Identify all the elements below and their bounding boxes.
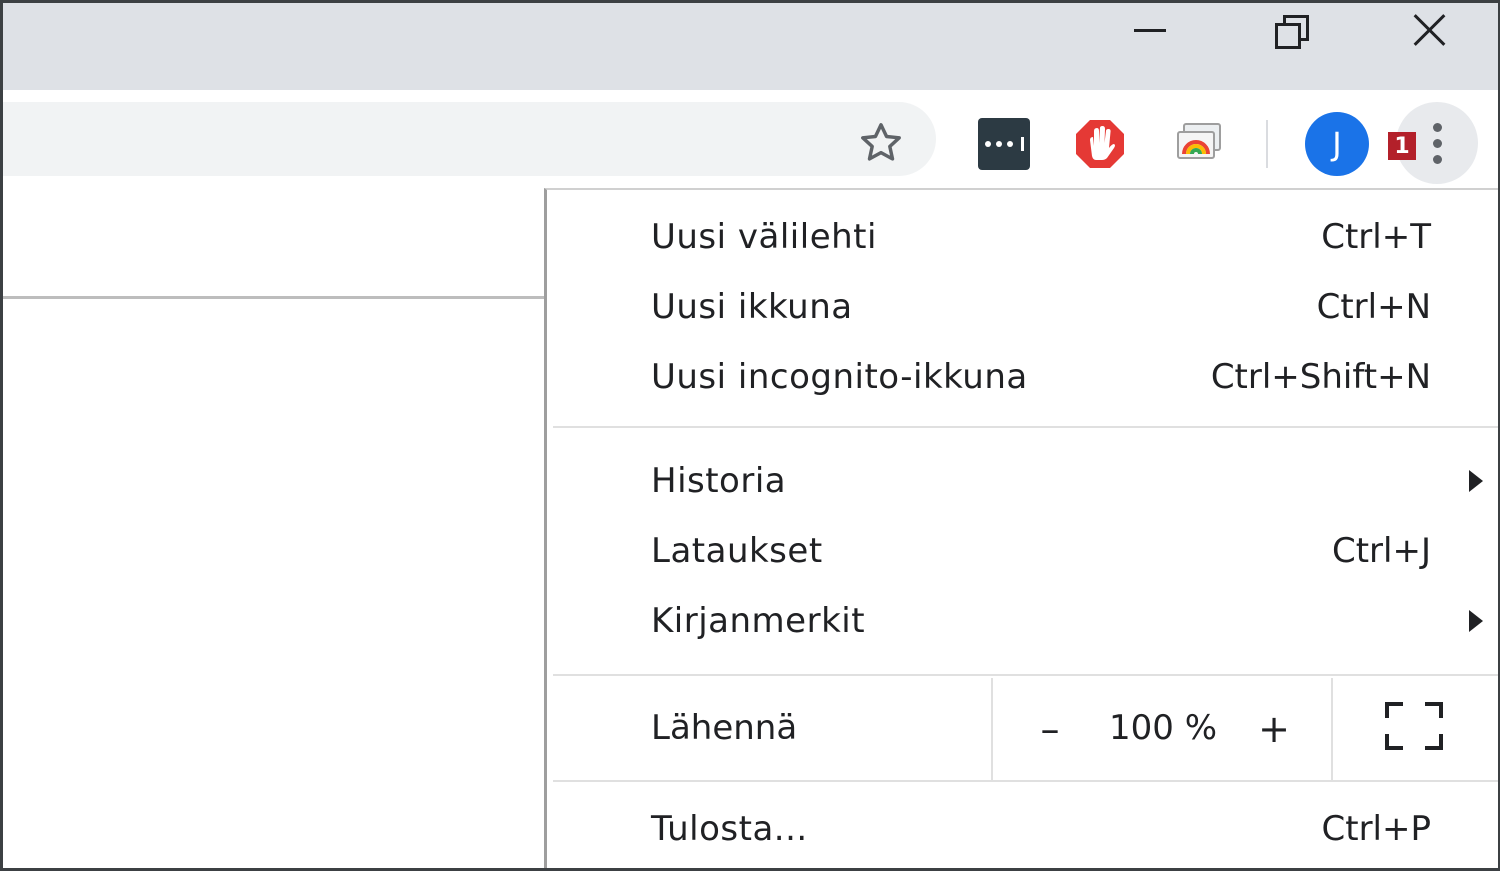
fullscreen-icon — [1385, 702, 1403, 718]
menu-item-shortcut: Ctrl+N — [1316, 287, 1431, 327]
menu-separator — [553, 674, 1500, 676]
menu-item-shortcut: Ctrl+J — [1331, 531, 1431, 571]
adblock-extension-button[interactable] — [1074, 118, 1126, 170]
address-bar[interactable] — [0, 102, 936, 176]
submenu-arrow-icon — [1469, 470, 1483, 492]
menu-item-history[interactable]: Historia — [547, 446, 1500, 516]
fullscreen-button[interactable] — [1385, 702, 1443, 750]
menu-item-shortcut: Ctrl+T — [1321, 217, 1431, 257]
star-icon — [861, 123, 901, 161]
more-vert-icon — [1432, 122, 1442, 132]
chrome-menu: Uusi välilehti Ctrl+T Uusi ikkuna Ctrl+N… — [544, 188, 1500, 871]
restore-button[interactable] — [1220, 0, 1360, 60]
menu-item-label: Uusi incognito-ikkuna — [651, 357, 1028, 397]
notification-badge: 1 — [1388, 132, 1416, 160]
lastpass-icon — [978, 118, 1030, 170]
menu-item-shortcut: Ctrl+P — [1321, 809, 1432, 849]
lastpass-extension-button[interactable] — [978, 118, 1030, 170]
menu-item-label: Historia — [651, 461, 787, 501]
cast-icon — [1177, 123, 1221, 159]
avatar-initial: J — [1332, 125, 1342, 163]
menu-item-new-incognito-window[interactable]: Uusi incognito-ikkuna Ctrl+Shift+N — [547, 342, 1500, 412]
zoom-separator — [991, 678, 993, 780]
menu-item-label: Lataukset — [651, 531, 823, 571]
zoom-out-button[interactable]: – — [1015, 694, 1085, 764]
menu-item-new-window[interactable]: Uusi ikkuna Ctrl+N — [547, 272, 1500, 342]
bookmark-star-button[interactable] — [852, 114, 910, 172]
toolbar-separator — [1266, 120, 1268, 168]
close-button[interactable] — [1360, 0, 1500, 60]
cast-extension-button[interactable] — [1172, 118, 1224, 170]
zoom-in-button[interactable]: + — [1239, 694, 1309, 764]
menu-item-bookmarks[interactable]: Kirjanmerkit — [547, 586, 1500, 656]
menu-item-label: Uusi välilehti — [651, 217, 877, 257]
zoom-value: 100 % — [1109, 708, 1218, 748]
menu-separator — [553, 426, 1500, 428]
submenu-arrow-icon — [1469, 610, 1483, 632]
close-icon — [1412, 12, 1448, 48]
menu-item-label: Kirjanmerkit — [651, 601, 866, 641]
zoom-label: Lähennä — [651, 708, 798, 748]
menu-item-label: Tulosta... — [651, 809, 808, 849]
menu-item-shortcut: Ctrl+Shift+N — [1210, 357, 1431, 397]
title-bar — [0, 0, 1500, 90]
restore-icon — [1275, 15, 1309, 49]
minimize-button[interactable] — [1080, 0, 1220, 60]
browser-toolbar: J 1 — [0, 90, 1500, 188]
page-divider — [0, 296, 544, 299]
minimize-icon — [1134, 28, 1166, 32]
zoom-row: Lähennä – 100 % + — [547, 678, 1500, 780]
zoom-separator — [1331, 678, 1333, 780]
menu-item-label: Uusi ikkuna — [651, 287, 853, 327]
adblock-hand-icon — [1076, 120, 1124, 168]
menu-item-downloads[interactable]: Lataukset Ctrl+J — [547, 516, 1500, 586]
menu-separator — [553, 780, 1500, 782]
menu-item-print[interactable]: Tulosta... Ctrl+P — [547, 794, 1500, 864]
menu-item-new-tab[interactable]: Uusi välilehti Ctrl+T — [547, 202, 1500, 272]
profile-avatar-button[interactable]: J — [1305, 112, 1369, 176]
